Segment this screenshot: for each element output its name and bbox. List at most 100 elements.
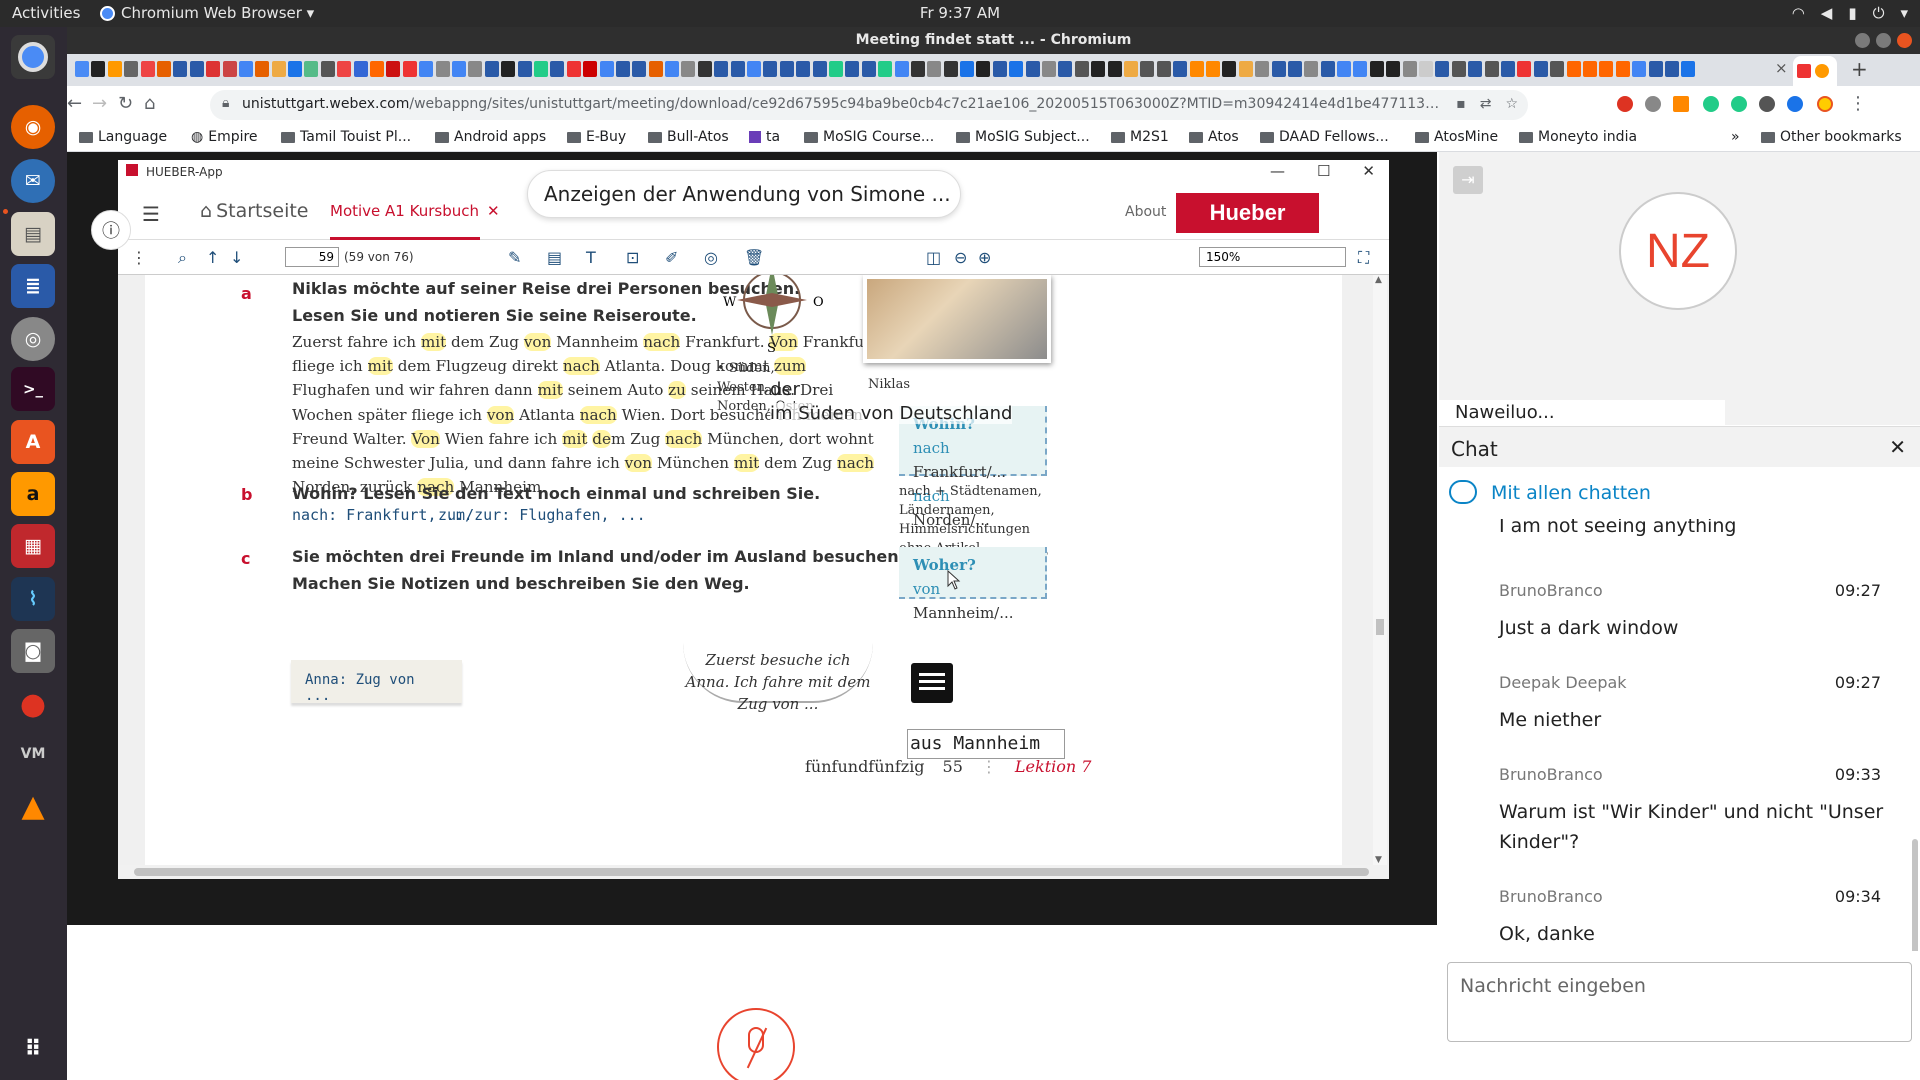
home-link[interactable]: ⌂ Startseite [200, 200, 308, 222]
new-tab-button[interactable]: + [1851, 57, 1868, 81]
tab-favicon[interactable] [222, 61, 237, 77]
unmute-button[interactable] [717, 1008, 795, 1080]
bookmark-item[interactable]: ta [749, 129, 780, 145]
tab-favicon[interactable] [370, 61, 385, 77]
tab-favicon[interactable] [517, 61, 532, 77]
adblock-extension-icon[interactable] [1617, 96, 1633, 112]
system-monitor-launcher[interactable]: ⌇ [11, 577, 55, 621]
bookmark-item[interactable]: Moneyto india [1519, 129, 1637, 145]
cherry-launcher[interactable]: ● [11, 682, 55, 726]
tab-favicon[interactable] [1074, 61, 1089, 77]
tab-favicon[interactable] [1255, 61, 1270, 77]
sharing-banner[interactable]: Anzeigen der Anwendung von Simone ... [527, 170, 961, 218]
rhythmbox-launcher[interactable]: ◎ [11, 317, 55, 361]
chat-scrollbar[interactable] [1912, 839, 1918, 951]
vmware-launcher[interactable]: VM [11, 732, 55, 776]
tab-favicon[interactable] [238, 61, 253, 77]
fullscreen-icon[interactable]: ⛶ [1358, 248, 1369, 268]
comment-icon[interactable]: ▤ [547, 248, 562, 267]
tab-favicon[interactable] [943, 61, 958, 77]
tab-favicon[interactable] [91, 61, 106, 77]
tab-favicon[interactable] [386, 61, 401, 77]
writer-launcher[interactable]: ≣ [11, 264, 55, 308]
tab-favicon[interactable] [1681, 61, 1696, 77]
scroll-down-icon[interactable]: ▼ [1375, 855, 1382, 865]
chromium-launcher[interactable] [11, 35, 55, 79]
profile-avatar[interactable] [1817, 96, 1833, 112]
tab-favicon[interactable] [1402, 61, 1417, 77]
zoom-level-input[interactable]: 150% [1199, 247, 1346, 267]
bookmarks-overflow-button[interactable]: » [1731, 129, 1740, 145]
tab-favicon[interactable] [779, 61, 794, 77]
camera-launcher[interactable]: ◙ [11, 629, 55, 673]
textbox-icon[interactable]: ⊡ [626, 248, 639, 267]
bookmark-star-icon[interactable]: ☆ [1505, 96, 1518, 112]
horizontal-scrollbar[interactable] [118, 865, 1389, 879]
bookmark-item[interactable]: Bull-Atos [648, 129, 729, 145]
bookmark-item[interactable]: AtosMine [1415, 129, 1498, 145]
bookmark-item[interactable]: MoSIG Subject... [956, 129, 1090, 145]
tab-favicon[interactable] [75, 61, 89, 77]
tab-favicon[interactable] [615, 61, 630, 77]
tab-favicon[interactable] [1025, 61, 1040, 77]
about-link[interactable]: About [1125, 204, 1166, 220]
address-bar[interactable]: 🔒︎ unistuttgart.webex.com/webappng/sites… [210, 90, 1528, 120]
kebab-menu-icon[interactable]: ⋮ [131, 248, 147, 267]
tab-favicon[interactable] [927, 61, 942, 77]
tab-favicon[interactable] [419, 61, 434, 77]
tab-favicon[interactable] [878, 61, 893, 77]
vertical-scrollbar[interactable]: ▲ ▼ [1373, 275, 1387, 865]
hide-annotations-icon[interactable]: ◎ [704, 248, 718, 267]
info-icon[interactable]: ⓘ [91, 210, 131, 250]
tab-favicon[interactable] [1451, 61, 1466, 77]
extension-icon[interactable] [1645, 96, 1661, 112]
tab-favicon[interactable] [107, 61, 122, 77]
tab-favicon[interactable] [828, 61, 843, 77]
tab-favicon[interactable] [747, 61, 762, 77]
tab-favicon[interactable] [583, 61, 598, 77]
close-icon[interactable]: ✕ [1362, 162, 1375, 180]
chat-recipient[interactable]: Mit allen chatten [1439, 468, 1920, 519]
tab-favicon[interactable] [1632, 61, 1647, 77]
tab-favicon[interactable] [533, 61, 548, 77]
tab-favicon[interactable] [206, 61, 221, 77]
tab-favicon[interactable] [1009, 61, 1024, 77]
tab-favicon[interactable] [1320, 61, 1335, 77]
arrow-down-icon[interactable]: ↓ [230, 248, 243, 267]
tab-favicon[interactable] [1386, 61, 1401, 77]
collapse-panel-icon[interactable]: ⇥ [1453, 166, 1483, 194]
pen-icon[interactable]: ✐ [665, 248, 678, 267]
tab-favicon[interactable] [681, 61, 696, 77]
tab-favicon[interactable] [632, 61, 647, 77]
tab-favicon[interactable] [320, 61, 335, 77]
remote-desktop-launcher[interactable]: ▦ [11, 524, 55, 568]
active-tab[interactable] [1793, 56, 1837, 86]
tab-favicon[interactable] [1124, 61, 1138, 77]
other-bookmarks[interactable]: Other bookmarks [1761, 129, 1902, 145]
maximize-button[interactable] [1876, 33, 1891, 48]
terminal-launcher[interactable]: >_ [11, 367, 55, 411]
dual-page-icon[interactable]: ◫ [926, 248, 941, 267]
tab-favicon[interactable] [648, 61, 663, 77]
tab-favicon[interactable] [1664, 61, 1679, 77]
bookmark-item[interactable]: DAAD Fellows... [1260, 129, 1389, 145]
tab-favicon[interactable] [697, 61, 712, 77]
tab-favicon[interactable] [1353, 61, 1368, 77]
hamburger-menu-icon[interactable]: ☰ [142, 202, 160, 226]
tab-favicon[interactable] [910, 61, 925, 77]
tab-favicon[interactable] [1091, 61, 1106, 77]
tab-favicon[interactable] [1550, 61, 1565, 77]
close-button[interactable] [1897, 33, 1912, 48]
tab-favicon[interactable] [1271, 61, 1286, 77]
tab-favicon[interactable] [894, 61, 909, 77]
tab-favicon[interactable] [763, 61, 778, 77]
tab-close-button[interactable]: × [1775, 59, 1788, 77]
home-button[interactable]: ⌂ [144, 93, 155, 114]
tab-favicon[interactable] [861, 61, 876, 77]
scroll-up-icon[interactable]: ▲ [1375, 275, 1382, 285]
tab-favicon[interactable] [976, 61, 991, 77]
bookmark-item[interactable]: ◍ Empire [191, 129, 258, 145]
extension-icon[interactable] [1787, 96, 1803, 112]
close-chat-icon[interactable]: ✕ [1889, 435, 1906, 459]
page-number-input[interactable]: 59 [285, 247, 339, 267]
